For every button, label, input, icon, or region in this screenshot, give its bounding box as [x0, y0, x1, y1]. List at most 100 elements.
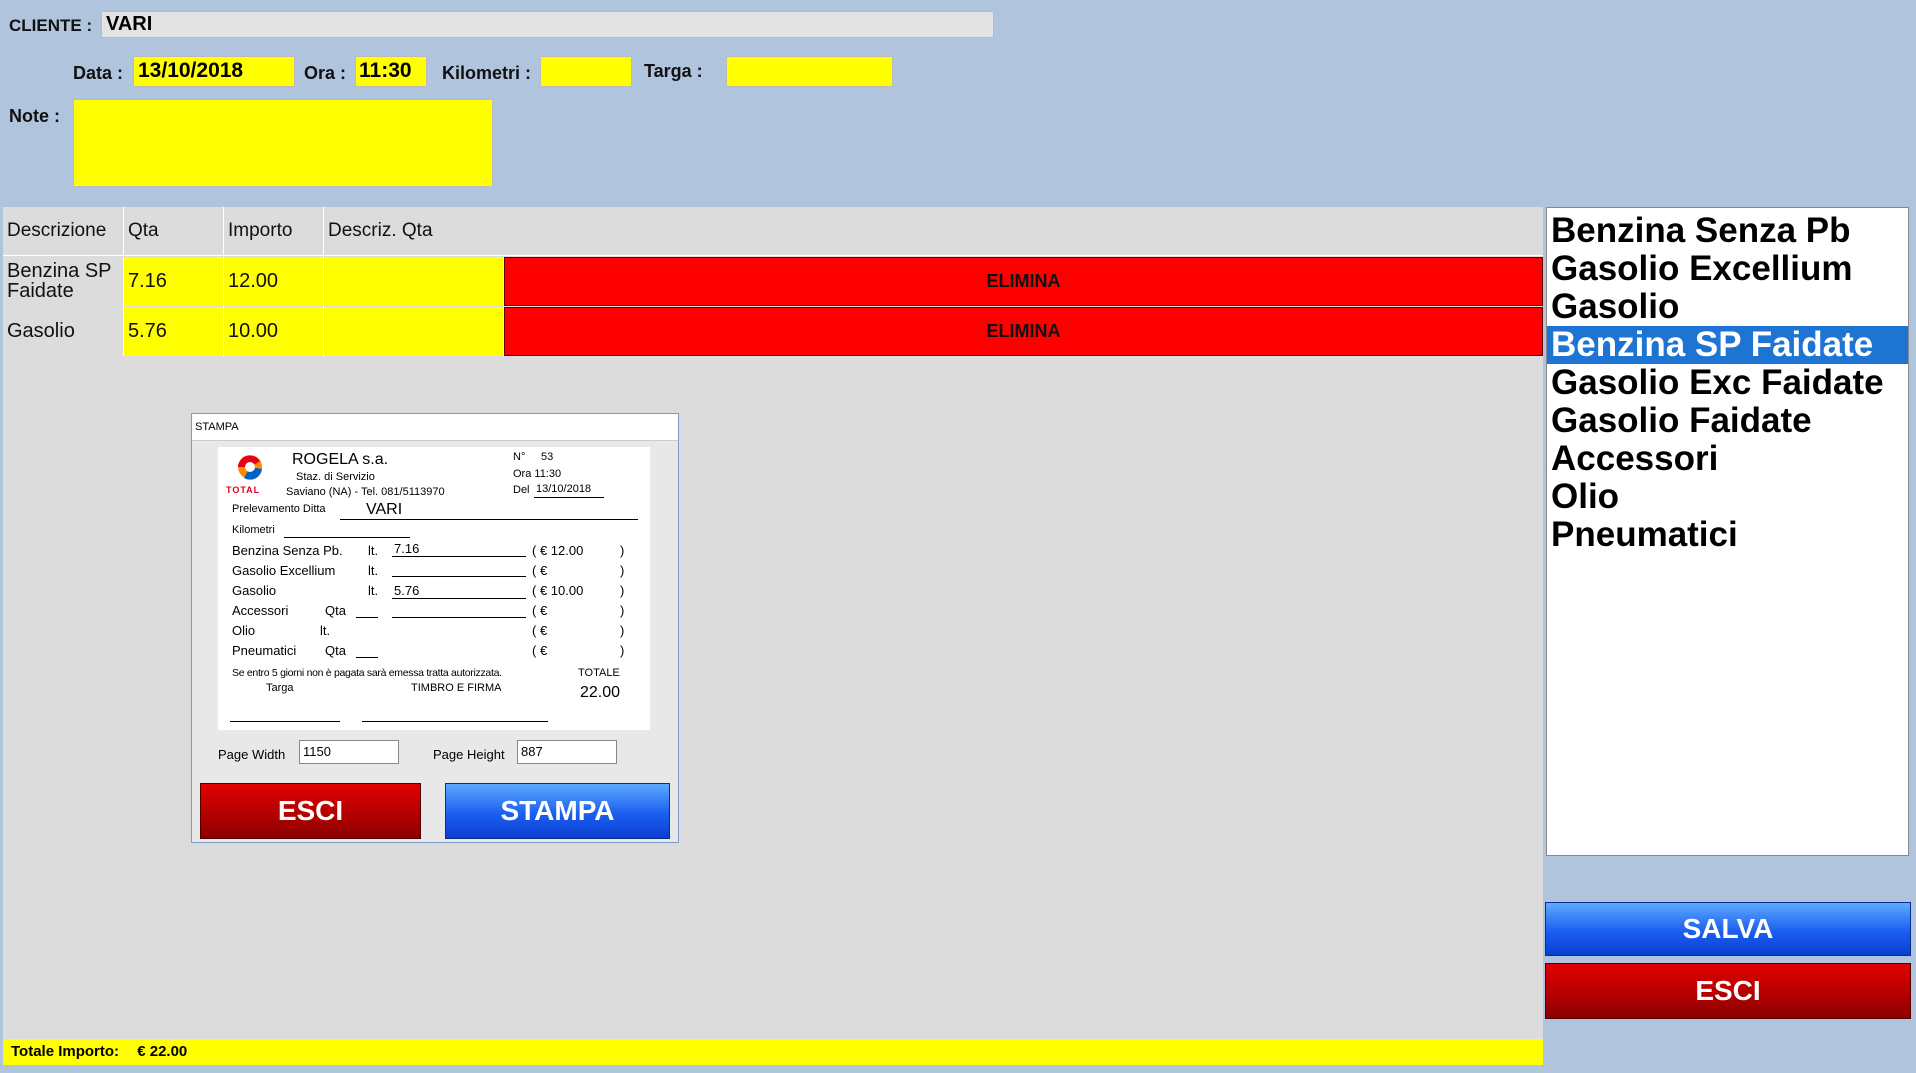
- line-name: Olio: [232, 623, 256, 638]
- receipt-line: Accessori Qta ( € ): [218, 603, 650, 623]
- line-name: Gasolio Excellium: [232, 563, 336, 578]
- kilometri-field[interactable]: [540, 56, 632, 87]
- product-item-selected[interactable]: Benzina SP Faidate: [1547, 326, 1908, 364]
- receipt-numero-value: 53: [541, 451, 554, 463]
- line-unit: lt.: [368, 563, 379, 578]
- line-qty: 7.16: [394, 541, 420, 556]
- receipt-prelevamento-label: Prelevamento Ditta: [232, 503, 326, 515]
- line-close: ): [620, 643, 625, 658]
- table-row[interactable]: Benzina SP Faidate 7.16 12.00 ELIMINA: [3, 257, 1543, 306]
- page-height-label: Page Height: [433, 747, 505, 762]
- line-euro: ( €: [532, 643, 548, 658]
- receipt-line: Benzina Senza Pb. lt. 7.16 ( € 12.00 ): [218, 541, 650, 563]
- cell-descrizione[interactable]: Gasolio: [3, 307, 124, 356]
- targa-label: Targa :: [644, 61, 703, 81]
- cell-importo[interactable]: 10.00: [224, 307, 324, 356]
- product-item[interactable]: Gasolio Faidate: [1547, 402, 1908, 440]
- line-name: Pneumatici: [232, 643, 297, 658]
- dialog-titlebar[interactable]: STAMPA: [192, 414, 678, 441]
- dialog-stampa-button[interactable]: STAMPA: [445, 783, 670, 839]
- esci-button[interactable]: ESCI: [1545, 963, 1911, 1019]
- line-euro: ( €: [532, 563, 548, 578]
- receipt-line: Gasolio Excellium lt. ( € ): [218, 563, 650, 583]
- line-close: ): [620, 563, 625, 578]
- page-width-input[interactable]: 1150: [299, 740, 399, 764]
- receipt-preview: TOTAL ROGELA s.a. Staz. di Servizio Savi…: [218, 447, 650, 730]
- data-label: Data :: [73, 63, 124, 83]
- receipt-address: Saviano (NA) - Tel. 081/5113970: [286, 486, 445, 498]
- receipt-numero-label: N°: [513, 451, 526, 463]
- note-label: Note :: [9, 106, 60, 126]
- receipt-line: Olio lt. ( € ): [218, 623, 650, 643]
- targa-field[interactable]: [726, 56, 893, 87]
- product-list[interactable]: Benzina Senza Pb Gasolio Excellium Gasol…: [1546, 207, 1909, 856]
- page-width-label: Page Width: [218, 747, 286, 762]
- note-field[interactable]: [73, 99, 493, 187]
- product-item[interactable]: Gasolio Exc Faidate: [1547, 364, 1908, 402]
- ora-label: Ora :: [304, 63, 347, 83]
- product-item[interactable]: Gasolio: [1547, 288, 1908, 326]
- line-unit: lt.: [368, 543, 379, 558]
- cell-descrizione[interactable]: Benzina SP Faidate: [3, 257, 124, 306]
- cell-qta[interactable]: 5.76: [124, 307, 224, 356]
- totale-label: Totale Importo:: [11, 1043, 120, 1060]
- receipt-line: Gasolio lt. 5.76 ( € 10.00 ): [218, 583, 650, 603]
- cell-importo[interactable]: 12.00: [224, 257, 324, 306]
- stampa-dialog: STAMPA TOTAL ROGELA s.a. Staz. di Serviz…: [191, 413, 679, 843]
- table-row[interactable]: Gasolio 5.76 10.00 ELIMINA: [3, 307, 1543, 356]
- data-field[interactable]: 13/10/2018: [133, 56, 295, 87]
- line-name: Benzina Senza Pb.: [232, 543, 343, 558]
- receipt-prelevamento-value: VARI: [366, 501, 403, 518]
- elimina-button[interactable]: ELIMINA: [504, 257, 1543, 306]
- dialog-esci-button[interactable]: ESCI: [200, 783, 421, 839]
- column-header-descriz-qta[interactable]: Descriz. Qta: [324, 207, 624, 255]
- totale-value: € 22.00: [137, 1043, 188, 1060]
- receipt-ora: Ora 11:30: [513, 468, 562, 480]
- product-item[interactable]: Pneumatici: [1547, 516, 1908, 554]
- line-name: Accessori: [232, 603, 289, 618]
- cell-descriz-qta[interactable]: [324, 257, 504, 306]
- line-qty: 5.76: [394, 583, 420, 598]
- totale-bar: Totale Importo: € 22.00: [3, 1039, 1543, 1065]
- column-header-importo[interactable]: Importo: [224, 207, 324, 255]
- kilometri-label: Kilometri :: [442, 63, 532, 83]
- receipt-totale-value: 22.00: [580, 684, 621, 701]
- line-euro: ( €: [532, 603, 548, 618]
- receipt-firma-label: TIMBRO E FIRMA: [411, 682, 502, 694]
- receipt-notice: Se entro 5 giorni non è pagata sarà emes…: [232, 667, 502, 679]
- total-brand-text: TOTAL: [226, 485, 261, 495]
- receipt-del-label: Del: [513, 484, 530, 496]
- line-unit: lt.: [368, 583, 379, 598]
- receipt-company: ROGELA s.a.: [292, 451, 389, 468]
- receipt-subtitle: Staz. di Servizio: [296, 471, 375, 483]
- product-item[interactable]: Gasolio Excellium: [1547, 250, 1908, 288]
- line-euro: ( € 12.00: [532, 543, 584, 558]
- product-item[interactable]: Benzina Senza Pb: [1547, 212, 1908, 250]
- cliente-field[interactable]: VARI: [101, 11, 994, 38]
- line-unit: Qta: [325, 603, 346, 618]
- line-close: ): [620, 543, 625, 558]
- receipt-del-value: 13/10/2018: [536, 483, 592, 495]
- column-header-descrizione[interactable]: Descrizione: [3, 207, 124, 255]
- line-unit: lt.: [320, 623, 331, 638]
- column-header-qta[interactable]: Qta: [124, 207, 224, 255]
- product-item[interactable]: Accessori: [1547, 440, 1908, 478]
- page-height-input[interactable]: 887: [517, 740, 617, 764]
- product-item[interactable]: Olio: [1547, 478, 1908, 516]
- grid-header: Descrizione Qta Importo Descriz. Qta: [3, 207, 1543, 256]
- line-close: ): [620, 623, 625, 638]
- cell-descriz-qta[interactable]: [324, 307, 504, 356]
- total-logo-icon: [230, 453, 270, 483]
- receipt-totale-label: TOTALE: [578, 667, 620, 679]
- receipt-targa-label: Targa: [266, 682, 294, 694]
- line-close: ): [620, 583, 625, 598]
- line-euro: ( € 10.00: [532, 583, 584, 598]
- elimina-button[interactable]: ELIMINA: [504, 307, 1543, 356]
- salva-button[interactable]: SALVA: [1545, 902, 1911, 956]
- cliente-label: CLIENTE :: [9, 16, 93, 35]
- cell-qta[interactable]: 7.16: [124, 257, 224, 306]
- receipt-line: Pneumatici Qta ( € ): [218, 643, 650, 663]
- line-unit: Qta: [325, 643, 346, 658]
- receipt-kilometri-label: Kilometri: [232, 524, 275, 536]
- ora-field[interactable]: 11:30: [355, 56, 427, 87]
